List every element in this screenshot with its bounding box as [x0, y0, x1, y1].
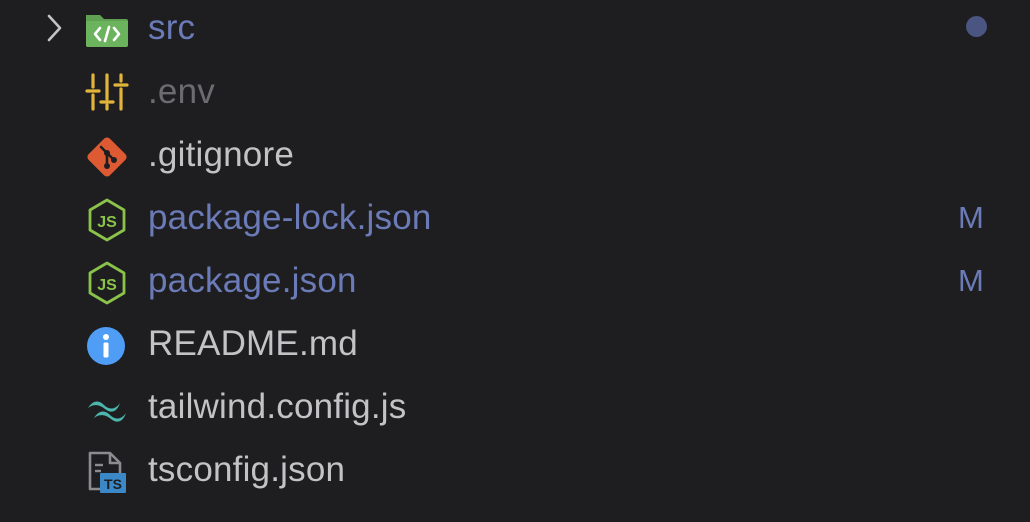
- tree-item-label: tailwind.config.js: [148, 387, 407, 426]
- file-explorer: src .env .gitignore JS package-lock.json…: [0, 0, 1030, 522]
- tree-item-label: README.md: [148, 324, 358, 363]
- tree-item-label: .env: [148, 72, 215, 111]
- tailwind-icon: [84, 386, 130, 432]
- tree-item-package-lock-json[interactable]: JS package-lock.json M: [0, 188, 1030, 250]
- tree-item-label: tsconfig.json: [148, 450, 346, 489]
- tree-item-tailwind-config-js[interactable]: tailwind.config.js: [0, 377, 1030, 439]
- tree-item-label: src: [148, 8, 196, 47]
- tree-item-src[interactable]: src: [0, 0, 1030, 60]
- git-status-badge: M: [958, 263, 984, 298]
- tree-item-env[interactable]: .env: [0, 62, 1030, 124]
- chevron-right-icon[interactable]: [38, 12, 70, 44]
- tree-item-label: .gitignore: [148, 135, 294, 174]
- tree-item-label: package.json: [148, 261, 357, 300]
- env-settings-icon: [84, 71, 130, 117]
- folder-src-icon: [84, 7, 130, 53]
- svg-text:JS: JS: [97, 277, 117, 294]
- git-icon: [84, 134, 130, 180]
- info-icon: [84, 323, 130, 369]
- svg-text:JS: JS: [97, 214, 117, 231]
- tree-item-readme-md[interactable]: README.md: [0, 314, 1030, 376]
- tree-item-tsconfig-json[interactable]: TS tsconfig.json: [0, 440, 1030, 502]
- modified-dot-indicator: [966, 16, 987, 37]
- tree-item-gitignore[interactable]: .gitignore: [0, 125, 1030, 187]
- svg-text:TS: TS: [104, 476, 122, 492]
- tree-item-package-json[interactable]: JS package.json M: [0, 251, 1030, 313]
- tree-item-label: package-lock.json: [148, 198, 432, 237]
- nodejs-icon: JS: [84, 197, 130, 243]
- tsconfig-icon: TS: [84, 449, 130, 495]
- nodejs-icon: JS: [84, 260, 130, 306]
- git-status-badge: M: [958, 200, 984, 235]
